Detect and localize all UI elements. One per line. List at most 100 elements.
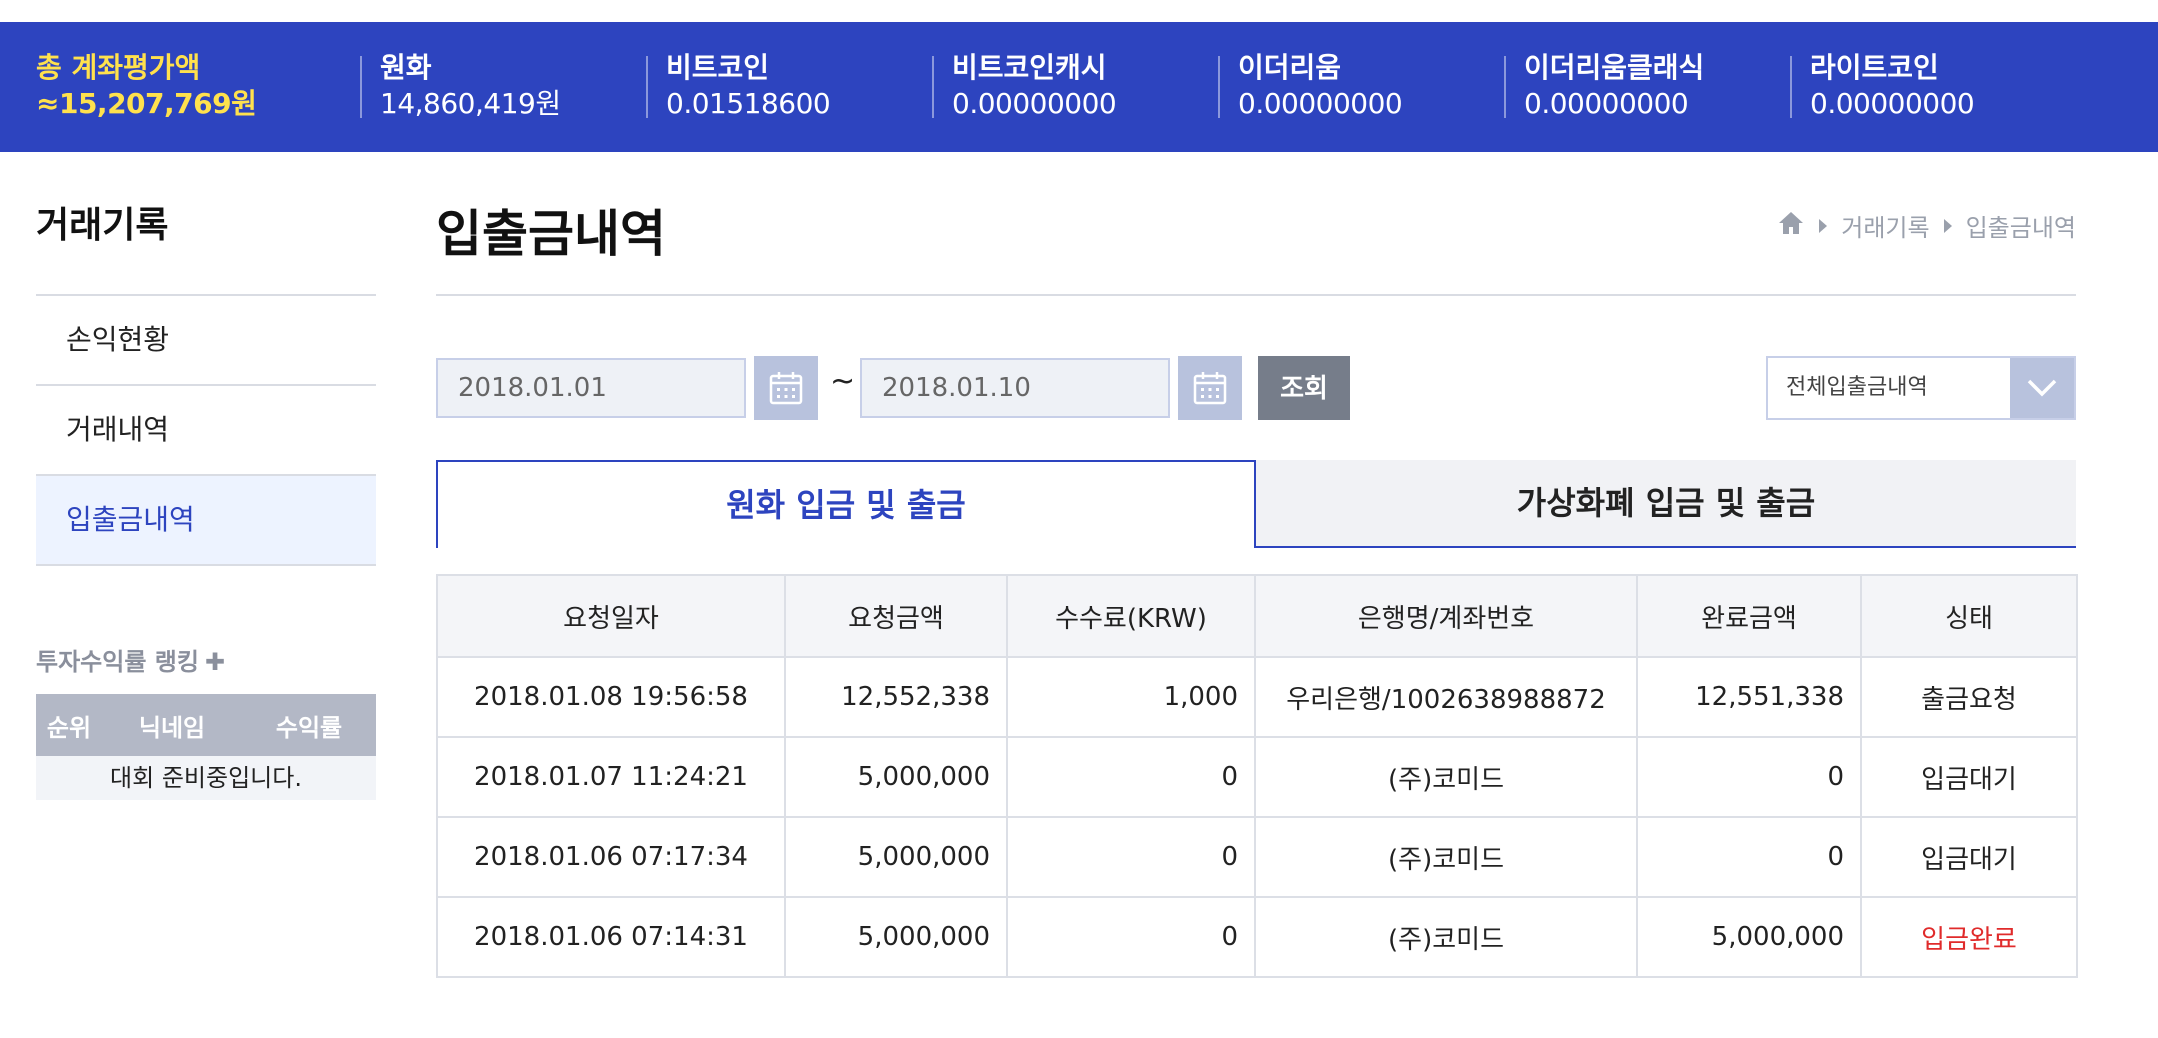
asset-eth: 이더리움 0.00000000 — [1238, 50, 1403, 120]
ranking-title-label: 투자수익률 랭킹 — [36, 648, 199, 676]
date-range-separator: ~ — [830, 364, 856, 399]
divider — [1790, 56, 1792, 118]
divider — [932, 56, 934, 118]
cell-completed: 0 — [1636, 736, 1862, 818]
breadcrumb-item[interactable]: 입출금내역 — [1966, 208, 2076, 243]
col-status: 싱태 — [1860, 574, 2078, 658]
start-calendar-button[interactable] — [754, 356, 818, 420]
asset-value: 0.00000000 — [1810, 87, 1975, 120]
calendar-icon — [1193, 372, 1227, 405]
total-balance-label: 총 계좌평가액 — [36, 51, 201, 84]
ranking-col-rank: 순위 — [46, 713, 92, 742]
asset-value: 0.00000000 — [1524, 87, 1689, 120]
total-balance: 총 계좌평가액 ≈15,207,769원 — [36, 50, 257, 120]
asset-krw: 원화 14,860,419원 — [380, 50, 561, 120]
tab-krw[interactable]: 원화 입금 및 출금 — [436, 460, 1256, 548]
sidebar-item-trades[interactable]: 거래내역 — [36, 386, 376, 476]
asset-label: 이더리움 — [1238, 51, 1342, 84]
table-header-row: 요청일자 요청금액 수수료(KRW) 은행명/계좌번호 완료금액 싱태 — [436, 574, 2078, 658]
asset-etc: 이더리움클래식 0.00000000 — [1524, 50, 1704, 120]
cell-completed: 5,000,000 — [1636, 896, 1862, 978]
ranking-table: 순위 닉네임 수익률 대회 준비중입니다. — [36, 694, 376, 800]
sidebar-item-profit[interactable]: 손익현황 — [36, 296, 376, 386]
cell-fee: 0 — [1006, 736, 1256, 818]
table-row: 2018.01.08 19:56:58 12,552,338 1,000 우리은… — [436, 656, 2078, 738]
ranking-title[interactable]: 투자수익률 랭킹 ✚ — [36, 642, 225, 677]
balance-bar: 총 계좌평가액 ≈15,207,769원 원화 14,860,419원 비트코인… — [0, 22, 2158, 152]
asset-ltc: 라이트코인 0.00000000 — [1810, 50, 1975, 120]
sidebar-item-deposits[interactable]: 입출금내역 — [36, 476, 376, 566]
cell-status: 출금요청 — [1860, 656, 2078, 738]
asset-bch: 비트코인캐시 0.00000000 — [952, 50, 1117, 120]
history-table: 요청일자 요청금액 수수료(KRW) 은행명/계좌번호 완료금액 싱태 2018… — [436, 574, 2078, 978]
cell-status: 입금완료 — [1860, 896, 2078, 978]
sidebar-menu: 손익현황 거래내역 입출금내역 — [36, 294, 376, 566]
asset-btc: 비트코인 0.01518600 — [666, 50, 831, 120]
chevron-down-icon — [2027, 379, 2057, 397]
home-icon[interactable] — [1777, 210, 1805, 242]
ranking-col-return: 수익률 — [275, 713, 343, 742]
sidebar-title: 거래기록 — [36, 205, 169, 246]
start-date-input[interactable]: 2018.01.01 — [436, 358, 746, 418]
end-calendar-button[interactable] — [1178, 356, 1242, 420]
cell-date: 2018.01.07 11:24:21 — [436, 736, 786, 818]
asset-value: 0.00000000 — [1238, 87, 1403, 120]
total-balance-value: ≈15,207,769원 — [36, 87, 257, 120]
asset-label: 이더리움클래식 — [1524, 51, 1705, 84]
ranking-col-nickname: 닉네임 — [138, 713, 206, 742]
cell-bank: (주)코미드 — [1254, 896, 1638, 978]
table-row: 2018.01.06 07:14:31 5,000,000 0 (주)코미드 5… — [436, 896, 2078, 978]
history-type-select[interactable]: 전체입출금내역 — [1766, 356, 2076, 420]
cell-bank: 우리은행/1002638988872 — [1254, 656, 1638, 738]
cell-bank: (주)코미드 — [1254, 736, 1638, 818]
calendar-icon — [769, 372, 803, 405]
plus-icon[interactable]: ✚ — [205, 648, 225, 676]
search-button[interactable]: 조회 — [1258, 356, 1350, 420]
cell-bank: (주)코미드 — [1254, 816, 1638, 898]
col-completed-amount: 완료금액 — [1636, 574, 1862, 658]
asset-value: 14,860,419원 — [380, 87, 561, 120]
col-request-date: 요청일자 — [436, 574, 786, 658]
asset-label: 비트코인캐시 — [952, 51, 1107, 84]
end-date-input[interactable]: 2018.01.10 — [860, 358, 1170, 418]
asset-label: 원화 — [380, 51, 432, 84]
ranking-header: 순위 닉네임 수익률 — [36, 694, 376, 756]
breadcrumb-item[interactable]: 거래기록 — [1841, 208, 1929, 243]
divider — [360, 56, 362, 118]
asset-label: 비트코인 — [666, 51, 770, 84]
table-row: 2018.01.07 11:24:21 5,000,000 0 (주)코미드 0… — [436, 736, 2078, 818]
select-arrow[interactable] — [2010, 358, 2074, 418]
history-type-select-value: 전체입출금내역 — [1786, 375, 1928, 400]
breadcrumb-arrow-icon — [1943, 218, 1952, 233]
col-fee: 수수료(KRW) — [1006, 574, 1256, 658]
cell-fee: 1,000 — [1006, 656, 1256, 738]
cell-completed: 0 — [1636, 816, 1862, 898]
cell-date: 2018.01.08 19:56:58 — [436, 656, 786, 738]
cell-amount: 12,552,338 — [784, 656, 1008, 738]
cell-status: 입금대기 — [1860, 736, 2078, 818]
cell-status: 입금대기 — [1860, 816, 2078, 898]
table-row: 2018.01.06 07:17:34 5,000,000 0 (주)코미드 0… — [436, 816, 2078, 898]
asset-value: 0.01518600 — [666, 87, 831, 120]
cell-amount: 5,000,000 — [784, 816, 1008, 898]
cell-date: 2018.01.06 07:17:34 — [436, 816, 786, 898]
page-title: 입출금내역 — [436, 205, 666, 263]
asset-label: 라이트코인 — [1810, 51, 1939, 84]
divider — [436, 294, 2076, 296]
col-bank-account: 은행명/계좌번호 — [1254, 574, 1638, 658]
cell-amount: 5,000,000 — [784, 736, 1008, 818]
cell-amount: 5,000,000 — [784, 896, 1008, 978]
breadcrumb: 거래기록 입출금내역 — [1777, 208, 2076, 243]
ranking-empty-message: 대회 준비중입니다. — [36, 756, 376, 800]
divider — [1504, 56, 1506, 118]
cell-fee: 0 — [1006, 896, 1256, 978]
tab-crypto[interactable]: 가상화폐 입금 및 출금 — [1256, 460, 2076, 548]
asset-value: 0.00000000 — [952, 87, 1117, 120]
cell-date: 2018.01.06 07:14:31 — [436, 896, 786, 978]
cell-completed: 12,551,338 — [1636, 656, 1862, 738]
divider — [1218, 56, 1220, 118]
breadcrumb-arrow-icon — [1819, 218, 1828, 233]
col-request-amount: 요청금액 — [784, 574, 1008, 658]
divider — [646, 56, 648, 118]
cell-fee: 0 — [1006, 816, 1256, 898]
